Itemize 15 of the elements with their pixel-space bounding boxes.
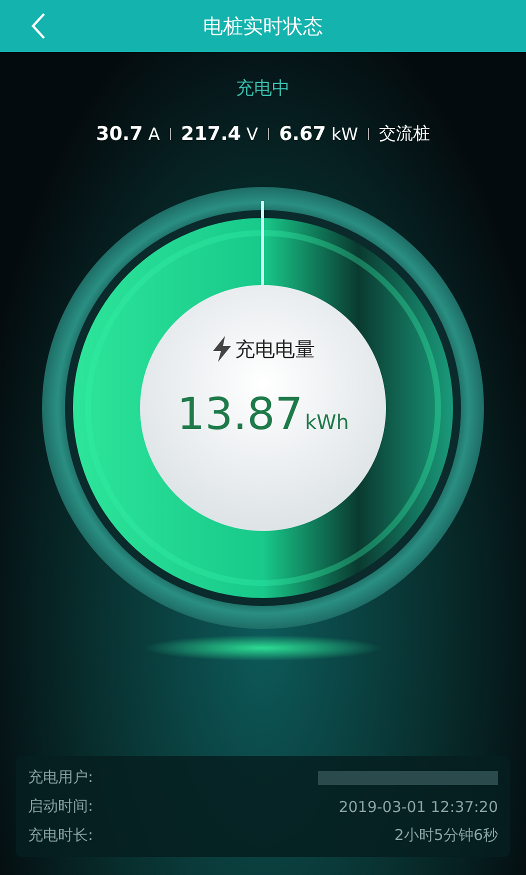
info-label: 启动时间: bbox=[28, 797, 94, 816]
stat-value: 6.67 kW bbox=[279, 122, 358, 144]
gauge-label: 充电电量 bbox=[235, 336, 315, 362]
back-icon bbox=[30, 12, 46, 40]
charging-status: 充电中 bbox=[236, 77, 290, 100]
info-label: 充电用户: bbox=[28, 768, 94, 787]
stat-value: 30.7 A bbox=[96, 122, 160, 144]
energy-value: 13.87 kWh bbox=[176, 389, 349, 440]
stat-value: 217.4 V bbox=[180, 122, 258, 144]
stat-value: 交流桩 bbox=[379, 123, 430, 145]
info-value: 2小时5分钟6秒 bbox=[394, 826, 498, 845]
info-label: 充电时长: bbox=[28, 826, 94, 845]
info-value: 2019-03-01 12:37:20 bbox=[338, 798, 498, 816]
window-title: 电桩实时状态 bbox=[203, 12, 323, 40]
lightning-icon bbox=[211, 335, 233, 363]
